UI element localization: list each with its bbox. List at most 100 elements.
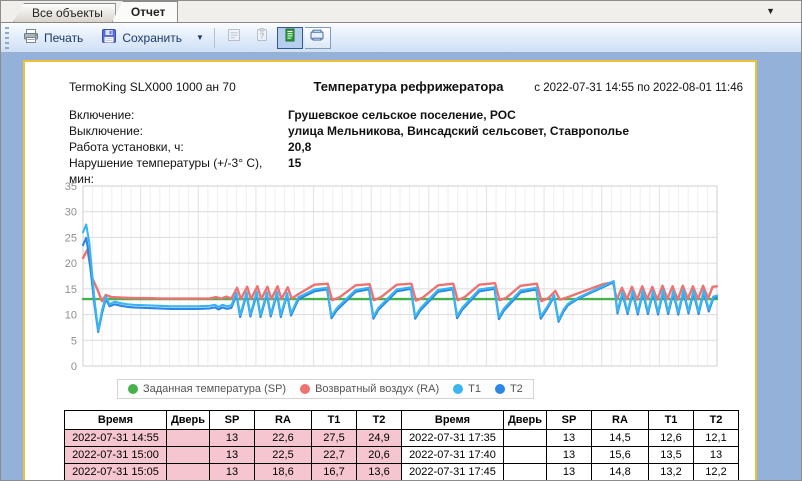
ra-legend-dot-icon bbox=[300, 384, 310, 394]
table-cell: 13 bbox=[694, 447, 739, 464]
table-header-cell: T1 bbox=[312, 411, 357, 430]
legend-item-ra: Возвратный воздух (RA) bbox=[300, 383, 439, 395]
multi-page-view-icon bbox=[309, 27, 325, 48]
field-label: Работа установки, ч: bbox=[69, 139, 288, 155]
field-value: Грушевское сельское поселение, РОС bbox=[288, 107, 516, 123]
field-label: Выключение: bbox=[69, 123, 288, 139]
single-page-view-icon bbox=[282, 27, 298, 48]
save-button-label: Сохранить bbox=[122, 31, 182, 45]
table-header-cell: T1 bbox=[649, 411, 694, 430]
table-cell: 12,6 bbox=[649, 430, 694, 447]
multi-page-view-button[interactable] bbox=[305, 27, 331, 49]
table-header-cell: SP bbox=[210, 411, 255, 430]
table-cell bbox=[504, 430, 547, 447]
field-value: 20,8 bbox=[288, 139, 311, 155]
save-button[interactable]: Сохранить bbox=[93, 24, 190, 51]
table-cell: 22,5 bbox=[255, 447, 312, 464]
table-cell: 2022-07-31 15:05 bbox=[65, 464, 167, 481]
table-header-row: ВремяДверьSPRAT1T2ВремяДверьSPRAT1T2 bbox=[65, 411, 739, 430]
table-cell: 13 bbox=[210, 447, 255, 464]
single-page-view-button[interactable] bbox=[277, 27, 303, 49]
svg-text:0: 0 bbox=[71, 361, 77, 373]
field-row: Нарушение температуры (+/-3° С), мин: 15 bbox=[69, 155, 755, 171]
print-button-label: Печать bbox=[44, 31, 83, 45]
table-cell: 2022-07-31 15:00 bbox=[65, 447, 167, 464]
legend-item-sp: Заданная температура (SP) bbox=[128, 383, 286, 395]
table-cell bbox=[167, 447, 210, 464]
table-header-cell: SP bbox=[547, 411, 592, 430]
report-header: TermoKing SLX000 1000 ан 70 Температура … bbox=[25, 79, 755, 94]
help-button[interactable]: ? bbox=[249, 27, 275, 49]
table-cell: 13 bbox=[210, 464, 255, 481]
table-cell: 13,5 bbox=[649, 447, 694, 464]
table-header-cell: T2 bbox=[694, 411, 739, 430]
table-row: 2022-07-31 15:051318,616,713,62022-07-31… bbox=[65, 464, 739, 481]
table-cell bbox=[504, 447, 547, 464]
report-period: с 2022-07-31 14:55 по 2022-08-01 11:46 bbox=[527, 82, 755, 94]
t2-legend-dot-icon bbox=[495, 384, 505, 394]
table-cell: 16,7 bbox=[312, 464, 357, 481]
chart-legend: Заданная температура (SP) Возвратный воз… bbox=[117, 379, 534, 399]
tab-strip: Все объекты Отчет ▼ bbox=[1, 1, 801, 23]
sp-legend-dot-icon bbox=[128, 384, 138, 394]
report-table: ВремяДверьSPRAT1T2ВремяДверьSPRAT1T2 202… bbox=[64, 410, 739, 480]
table-cell: 24,9 bbox=[357, 430, 402, 447]
t1-legend-dot-icon bbox=[453, 384, 463, 394]
tab-all-objects[interactable]: Все объекты bbox=[13, 3, 116, 22]
table-header-cell: T2 bbox=[357, 411, 402, 430]
svg-text:35: 35 bbox=[65, 181, 77, 193]
table-cell: 27,5 bbox=[312, 430, 357, 447]
table-cell: 12,2 bbox=[694, 464, 739, 481]
svg-text:15: 15 bbox=[65, 284, 77, 296]
table-cell: 22,7 bbox=[312, 447, 357, 464]
toolbar-grip[interactable] bbox=[5, 27, 9, 49]
table-cell: 20,6 bbox=[357, 447, 402, 464]
printer-icon bbox=[23, 28, 39, 47]
table-cell: 13 bbox=[547, 430, 592, 447]
report-setup-button[interactable] bbox=[221, 27, 247, 49]
device-name: TermoKing SLX000 1000 ан 70 bbox=[25, 80, 290, 94]
table-header-cell: Дверь bbox=[167, 411, 210, 430]
table-header-cell: RA bbox=[592, 411, 649, 430]
legend-label: T1 bbox=[468, 383, 481, 395]
print-button[interactable]: Печать bbox=[15, 24, 91, 51]
table-row: 2022-07-31 15:001322,522,720,62022-07-31… bbox=[65, 447, 739, 464]
table-cell bbox=[167, 430, 210, 447]
report-viewer[interactable]: TermoKing SLX000 1000 ан 70 Температура … bbox=[1, 54, 801, 480]
legend-label: Заданная температура (SP) bbox=[143, 383, 286, 395]
svg-text:5: 5 bbox=[71, 335, 77, 347]
legend-item-t2: T2 bbox=[495, 383, 523, 395]
toolbar: Печать Сохранить ▼ bbox=[1, 23, 801, 53]
field-value: улица Мельникова, Винсадский сельсовет, … bbox=[288, 123, 629, 139]
report-fields: Включение: Грушевское сельское поселение… bbox=[69, 107, 755, 171]
field-row: Включение: Грушевское сельское поселение… bbox=[69, 107, 755, 123]
toolbar-separator bbox=[214, 28, 215, 48]
table-header-cell: Дверь bbox=[504, 411, 547, 430]
tab-overflow-chevron-icon[interactable]: ▼ bbox=[766, 6, 775, 16]
table-row: 2022-07-31 14:551322,627,524,92022-07-31… bbox=[65, 430, 739, 447]
legend-label: Возвратный воздух (RA) bbox=[315, 383, 439, 395]
field-row: Работа установки, ч: 20,8 bbox=[69, 139, 755, 155]
legend-item-t1: T1 bbox=[453, 383, 481, 395]
table-cell: 13 bbox=[547, 447, 592, 464]
table-cell: 13 bbox=[547, 464, 592, 481]
legend-label: T2 bbox=[510, 383, 523, 395]
save-dropdown-arrow-icon[interactable]: ▼ bbox=[192, 30, 208, 45]
svg-text:25: 25 bbox=[65, 232, 77, 244]
table-cell: 22,6 bbox=[255, 430, 312, 447]
table-cell: 2022-07-31 17:40 bbox=[402, 447, 504, 464]
field-value: 15 bbox=[288, 155, 301, 171]
table-cell: 14,5 bbox=[592, 430, 649, 447]
table-cell: 2022-07-31 17:45 bbox=[402, 464, 504, 481]
field-row: Выключение: улица Мельникова, Винсадский… bbox=[69, 123, 755, 139]
table-cell bbox=[167, 464, 210, 481]
table-cell: 15,6 bbox=[592, 447, 649, 464]
svg-text:30: 30 bbox=[65, 207, 77, 219]
tab-report[interactable]: Отчет bbox=[112, 1, 179, 22]
app-window: { "tabs": [ { "label": "Все объекты", "a… bbox=[0, 0, 802, 481]
table-cell: 14,8 bbox=[592, 464, 649, 481]
svg-text:20: 20 bbox=[65, 258, 77, 270]
table-cell: 18,6 bbox=[255, 464, 312, 481]
report-setup-icon bbox=[226, 27, 242, 48]
table-header-cell: RA bbox=[255, 411, 312, 430]
